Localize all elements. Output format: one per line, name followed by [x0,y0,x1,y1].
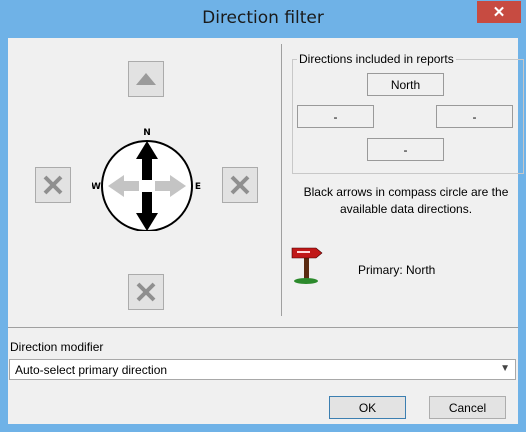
direction-modifier-label: Direction modifier [10,340,104,354]
included-west-box[interactable]: - [297,105,374,128]
included-north-box[interactable]: North [367,73,444,96]
included-east-box[interactable]: - [436,105,513,128]
dialog-title: Direction filter [202,8,324,28]
x-icon [136,282,156,302]
arrow-up-icon [136,73,156,85]
east-button[interactable] [222,167,258,203]
signpost-icon [291,247,323,284]
ok-button[interactable]: OK [329,396,406,419]
direction-modifier-select[interactable]: Auto-select primary direction ▼ [9,359,516,380]
x-icon [230,175,250,195]
horizontal-divider [8,327,518,328]
dialog-client: N S W E Directions included in reports N… [8,38,524,424]
vertical-divider [281,44,282,316]
chevron-down-icon: ▼ [500,363,510,374]
south-button[interactable] [128,274,164,310]
compass-e-label: E [195,182,201,192]
included-south-box[interactable]: - [367,138,444,161]
compass-note: Black arrows in compass circle are the a… [303,185,509,216]
compass-w-label: W [92,182,101,192]
west-button[interactable] [35,167,71,203]
direction-modifier-value: Auto-select primary direction [15,363,168,377]
north-button[interactable] [128,61,164,97]
title-bar[interactable]: Direction filter ✕ [0,0,526,38]
cancel-button[interactable]: Cancel [429,396,506,419]
compass-n-label: N [143,128,151,138]
included-directions-title: Directions included in reports [297,52,456,66]
dialog-window: Direction filter ✕ N W E Directions incl… [0,0,526,432]
primary-direction-text: Primary: North [358,263,436,277]
close-button[interactable]: ✕ [477,1,521,23]
close-icon: ✕ [492,4,506,21]
compass: N S W E [92,128,201,231]
x-icon [43,175,63,195]
